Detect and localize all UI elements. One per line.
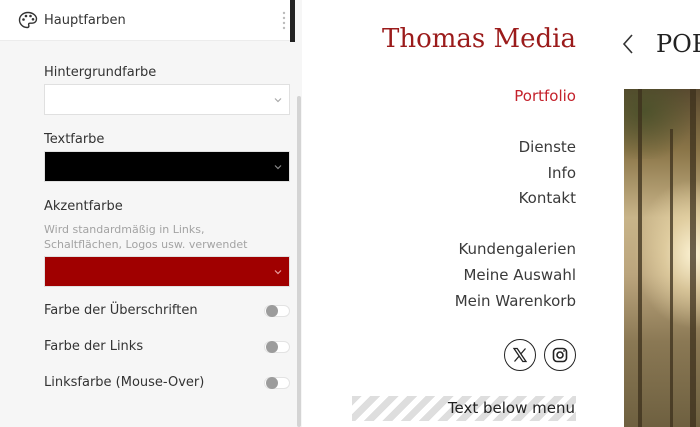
- headings-color-label: Farbe der Überschriften: [44, 303, 198, 318]
- nav-item-dienste[interactable]: Dienste: [519, 138, 576, 156]
- text-below-menu: Text below menu: [352, 396, 576, 421]
- nav-item-kontakt[interactable]: Kontakt: [519, 189, 576, 207]
- panel-header[interactable]: Hauptfarben: [0, 0, 290, 41]
- links-color-label: Farbe der Links: [44, 339, 144, 354]
- photo-tree-trunk: [690, 89, 696, 427]
- chevron-left-icon[interactable]: [622, 33, 634, 55]
- color-settings-panel: Hauptfarben Hintergrundfarbe Textfarbe A…: [0, 0, 302, 427]
- text-color-select[interactable]: [44, 151, 290, 182]
- photo-foliage: [624, 89, 700, 159]
- toggle-knob: [266, 377, 278, 389]
- links-hover-color-toggle[interactable]: [264, 377, 290, 389]
- nav-item-mein-warenkorb[interactable]: Mein Warenkorb: [455, 292, 576, 310]
- instagram-icon: [552, 347, 568, 363]
- hero-photo: [624, 89, 700, 427]
- text-below-menu-label: Text below menu: [447, 399, 575, 417]
- nav-item-info[interactable]: Info: [548, 164, 576, 182]
- nav-item-meine-auswahl[interactable]: Meine Auswahl: [463, 266, 576, 284]
- nav-item-portfolio[interactable]: Portfolio: [514, 87, 576, 105]
- instagram-social-link[interactable]: [544, 339, 576, 371]
- panel-scrollbar[interactable]: [297, 96, 301, 427]
- drag-handle-icon[interactable]: [282, 10, 286, 32]
- chevron-down-icon: [274, 98, 282, 103]
- toggle-knob: [266, 341, 278, 353]
- page-heading: POR: [656, 30, 700, 58]
- palette-icon: [18, 11, 38, 29]
- accent-color-select[interactable]: [44, 256, 290, 287]
- x-icon: [512, 347, 528, 363]
- toggle-knob: [266, 305, 278, 317]
- accent-color-label: Akzentfarbe: [44, 199, 123, 214]
- background-color-select[interactable]: [44, 84, 290, 115]
- background-color-label: Hintergrundfarbe: [44, 65, 157, 80]
- photo-tree-trunk: [670, 129, 673, 427]
- text-color-label: Textfarbe: [44, 132, 105, 147]
- panel-title: Hauptfarben: [44, 13, 126, 28]
- x-social-link[interactable]: [504, 339, 536, 371]
- photo-tree-trunk: [638, 89, 642, 427]
- headings-color-toggle[interactable]: [264, 305, 290, 317]
- nav-item-kundengalerien[interactable]: Kundengalerien: [458, 240, 576, 258]
- panel-edge-bar: [290, 0, 295, 42]
- accent-color-hint: Wird standardmäßig in Links, Schaltfläch…: [44, 223, 248, 251]
- links-color-toggle[interactable]: [264, 341, 290, 353]
- chevron-down-icon: [274, 165, 282, 170]
- links-hover-color-label: Linksfarbe (Mouse-Over): [44, 375, 205, 390]
- chevron-down-icon: [274, 270, 282, 275]
- site-title[interactable]: Thomas Media: [330, 24, 576, 54]
